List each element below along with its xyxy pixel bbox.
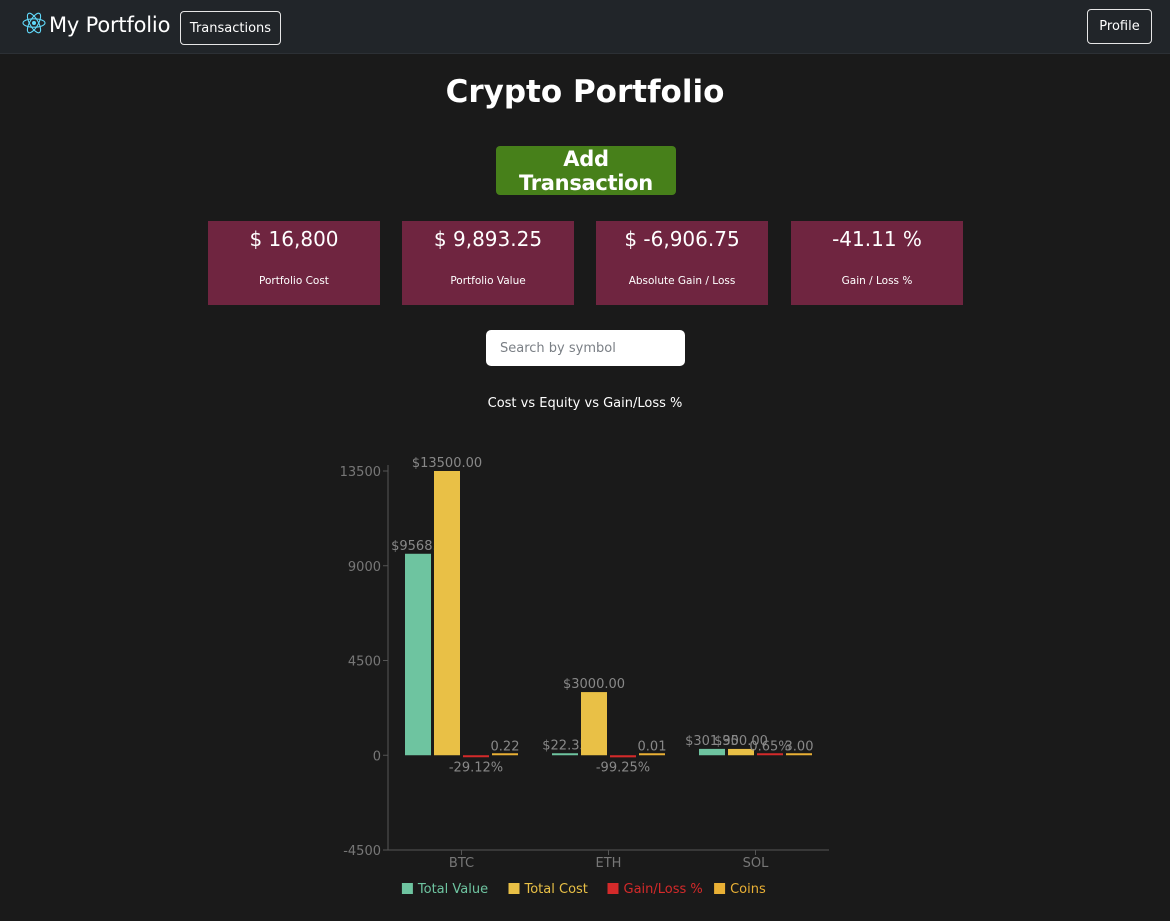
page-title: Crypto Portfolio xyxy=(445,74,725,110)
brand-link[interactable]: My Portfolio xyxy=(22,8,170,42)
y-tick-label: 0 xyxy=(373,749,381,764)
bar-gain-loss-btc xyxy=(463,755,489,758)
y-tick-label: 4500 xyxy=(348,655,381,670)
data-label-total-value: $9568.9 xyxy=(391,539,445,554)
chart-title: Cost vs Equity vs Gain/Loss % xyxy=(488,396,683,411)
legend-swatch-coins xyxy=(714,883,726,894)
card-value: $ 9,893.25 xyxy=(433,227,543,251)
legend-label-total-value: Total Value xyxy=(417,882,488,897)
card-label: Absolute Gain / Loss xyxy=(628,275,736,287)
data-label-gain-loss: -29.12% xyxy=(449,760,503,775)
card-label: Gain / Loss % xyxy=(841,275,913,287)
data-label-total-cost: $3000.00 xyxy=(563,677,625,692)
card-value: $ 16,800 xyxy=(249,227,339,251)
data-label-total-cost: $300.00 xyxy=(714,734,768,749)
bar-total-value-btc xyxy=(405,553,431,756)
data-label-total-cost: $13500.00 xyxy=(412,456,482,471)
card-value: -41.11 % xyxy=(832,227,922,251)
card-value: $ -6,906.75 xyxy=(624,227,740,251)
profile-button[interactable]: Profile xyxy=(1087,9,1152,44)
legend-swatch-total-cost xyxy=(508,883,520,894)
portfolio-bar-chart: Cost vs Equity vs Gain/Loss % 13500 9000 4… xyxy=(340,396,829,897)
bar-total-value-sol xyxy=(699,748,725,756)
data-label-gain-loss: 0.65% xyxy=(749,739,790,754)
y-tick-label: 9000 xyxy=(348,560,381,575)
bar-gain-loss-sol xyxy=(757,753,783,756)
brand-title: My Portfolio xyxy=(49,13,171,37)
x-tick-label: BTC xyxy=(449,856,474,871)
bar-total-cost-btc xyxy=(434,471,460,756)
navbar: My Portfolio Transactions Profile xyxy=(0,0,1170,54)
bar-gain-loss-eth xyxy=(610,755,636,758)
card-label: Portfolio Value xyxy=(450,275,526,287)
y-tick-label: -4500 xyxy=(343,844,381,859)
bar-coins-sol xyxy=(786,753,812,756)
y-tick-label: 13500 xyxy=(340,465,381,480)
transactions-button[interactable]: Transactions xyxy=(180,11,281,45)
data-label-total-value: $301.95 xyxy=(685,734,739,749)
react-atom-icon xyxy=(22,11,46,39)
data-label-coins: 0.22 xyxy=(491,739,520,754)
legend-label-total-cost: Total Cost xyxy=(524,882,588,897)
gain-loss-percent-card: -41.11 % Gain / Loss % xyxy=(791,221,963,305)
bar-coins-eth xyxy=(639,753,665,756)
data-label-coins: 0.01 xyxy=(638,739,667,754)
data-label-coins: 3.00 xyxy=(785,739,814,754)
legend-label-coins: Coins xyxy=(730,882,766,897)
legend-swatch-total-value xyxy=(401,883,413,894)
bar-total-cost-eth xyxy=(581,692,607,756)
legend-swatch-gain-loss xyxy=(607,883,619,894)
x-tick-label: SOL xyxy=(743,856,769,871)
add-transaction-button[interactable]: Add Transaction xyxy=(496,146,676,195)
legend-label-gain-loss: Gain/Loss % xyxy=(624,882,703,897)
portfolio-value-card: $ 9,893.25 Portfolio Value xyxy=(402,221,574,305)
search-input[interactable] xyxy=(486,330,685,366)
card-label: Portfolio Cost xyxy=(259,275,329,287)
absolute-gain-loss-card: $ -6,906.75 Absolute Gain / Loss xyxy=(596,221,768,305)
portfolio-cost-card: $ 16,800 Portfolio Cost xyxy=(208,221,380,305)
x-tick-label: ETH xyxy=(596,856,622,871)
bar-coins-btc xyxy=(492,753,518,756)
bar-total-value-eth xyxy=(552,753,578,756)
data-label-total-value: $22.35 xyxy=(542,738,588,753)
data-label-gain-loss: -99.25% xyxy=(596,760,650,775)
bar-total-cost-sol xyxy=(728,748,754,756)
